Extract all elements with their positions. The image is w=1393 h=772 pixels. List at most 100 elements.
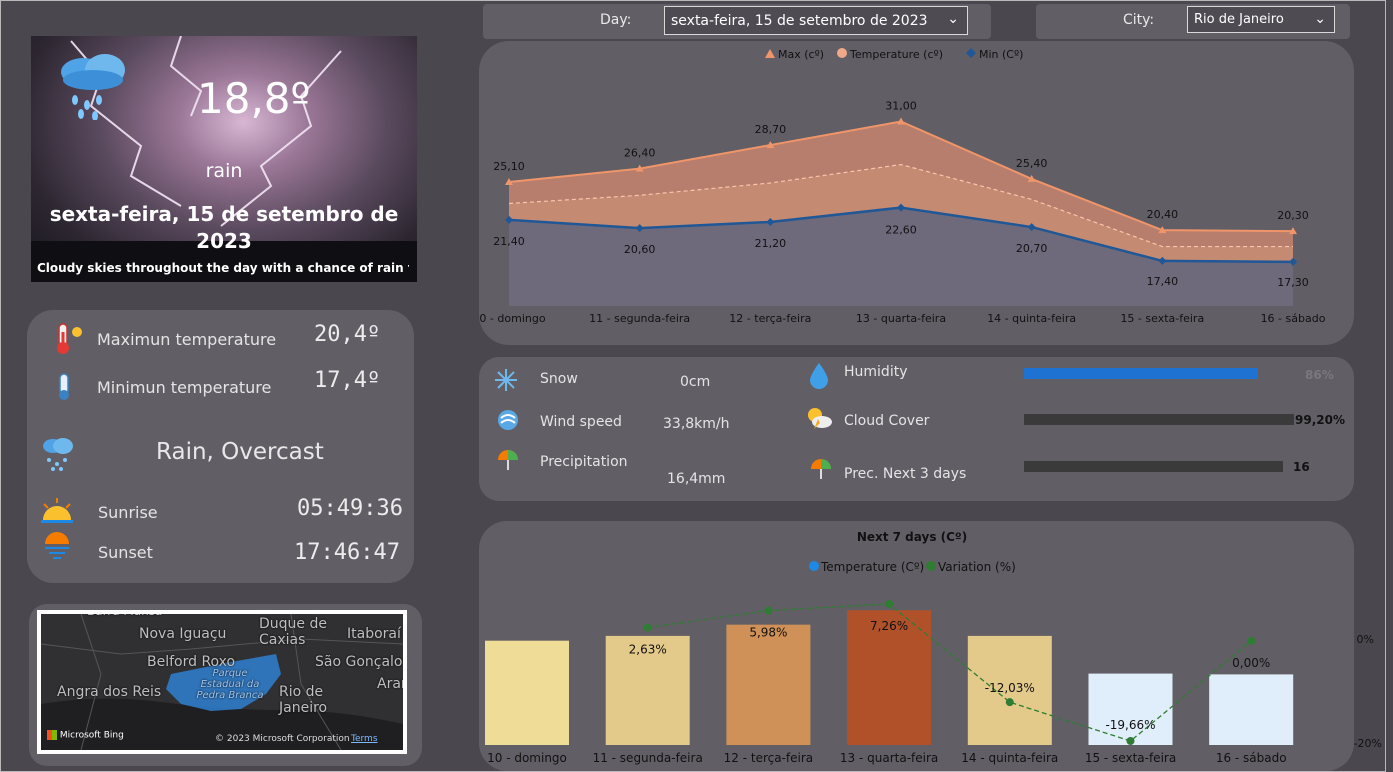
current-temperature: 18,8º xyxy=(197,74,311,123)
min-data-label: 20,60 xyxy=(624,243,656,256)
prec-next-label: Prec. Next 3 days xyxy=(844,466,967,482)
legend-label: Temperature (Cº) xyxy=(820,560,924,574)
sunset-icon xyxy=(41,530,73,566)
x-tick-label: 11 - segunda-feira xyxy=(589,312,690,325)
variation-data-label: 2,63% xyxy=(629,643,667,657)
x-tick-label: 13 - quarta-feira xyxy=(840,751,938,765)
legend-label: Temperature (cº) xyxy=(849,48,943,61)
map-copyright: © 2023 Microsoft Corporation xyxy=(215,734,350,744)
max-temp-label: Maximun temperature xyxy=(97,330,277,349)
sunset-label: Sunset xyxy=(98,543,153,562)
map-city-label: Nova Iguaçu xyxy=(139,626,227,642)
dashboard: 18,8º rain sexta-feira, 15 de setembro d… xyxy=(0,0,1386,772)
x-tick-label: 15 - sexta-feira xyxy=(1120,312,1204,325)
variation-point xyxy=(1247,636,1256,645)
precipitation-label: Precipitation xyxy=(540,454,628,470)
precipitation-value: 16,4mm xyxy=(667,471,726,487)
prec-next-bar xyxy=(1024,461,1283,472)
current-date: sexta-feira, 15 de setembro de 2023 xyxy=(49,202,399,253)
x-tick-label: 14 - quinta-feira xyxy=(987,312,1076,325)
thermometer-cold-icon xyxy=(53,372,77,406)
max-data-label: 31,00 xyxy=(885,100,917,113)
max-data-label: 26,40 xyxy=(624,147,656,160)
temperature-trend-card: Max (cº) Temperature (cº) Min (Cº) 25,10 26,… xyxy=(472,41,1354,345)
variation-data-label: -12,03% xyxy=(985,681,1035,695)
map-terms-link[interactable]: Terms xyxy=(351,734,378,744)
humidity-bar xyxy=(1024,368,1258,379)
map-city-label: Itaboraí xyxy=(347,626,401,642)
legend-marker xyxy=(765,49,775,58)
chart-title: Next 7 days (Cº) xyxy=(857,530,967,544)
chevron-down-icon: ⌄ xyxy=(1314,11,1326,27)
x-tick-label: 10 - domingo xyxy=(487,751,567,765)
legend-label: Min (Cº) xyxy=(979,48,1023,61)
rain-cloud-icon xyxy=(53,50,133,124)
cloud-cover-label: Cloud Cover xyxy=(844,413,930,429)
thermometer-hot-icon xyxy=(51,322,85,360)
sunrise-value: 05:49:36 xyxy=(297,496,403,521)
max-data-label: 25,40 xyxy=(1016,157,1048,170)
y2-tick-label: 0% xyxy=(1357,633,1374,646)
weather-hero-card: 18,8º rain sexta-feira, 15 de setembro d… xyxy=(31,36,417,282)
variation-point xyxy=(643,623,652,632)
umbrella-icon xyxy=(809,457,833,485)
city-filter: City: Rio de Janeiro ⌄ xyxy=(1036,4,1350,39)
legend-marker xyxy=(966,48,976,58)
umbrella-icon xyxy=(496,448,520,476)
chevron-down-icon: ⌄ xyxy=(947,11,959,27)
humidity-value: 86% xyxy=(1305,368,1334,382)
variation-point xyxy=(1005,698,1014,707)
prec-next-value: 16 xyxy=(1293,460,1310,474)
legend-label: Variation (%) xyxy=(938,560,1016,574)
sunrise-icon xyxy=(39,496,75,528)
cloud-cover-value: 99,20% xyxy=(1295,413,1345,427)
day-dropdown[interactable]: sexta-feira, 15 de setembro de 2023 ⌄ xyxy=(664,6,968,35)
variation-data-label: 5,98% xyxy=(749,626,787,640)
chart-legend: Max (cº) Temperature (cº) Min (Cº) xyxy=(765,48,1023,61)
y2-tick-label: -20% xyxy=(1354,737,1382,750)
x-tick-label: 12 - terça-feira xyxy=(729,312,811,325)
current-condition: rain xyxy=(205,160,243,182)
water-drop-icon xyxy=(808,361,830,393)
city-map[interactable]: Barra Mansa Nova Iguaçu Duque de Caxias … xyxy=(37,610,407,754)
day-filter-label: Day: xyxy=(600,12,632,28)
temperature-bar xyxy=(1209,674,1294,745)
map-city-label: Duque de Caxias xyxy=(259,616,327,648)
x-tick-label: 16 - sábado xyxy=(1216,751,1287,765)
bing-logo: Microsoft Bing xyxy=(47,730,124,741)
variation-point xyxy=(1126,737,1135,745)
max-data-label: 20,40 xyxy=(1147,208,1179,221)
variation-data-label: 0,00% xyxy=(1232,656,1270,670)
temperature-bar xyxy=(1088,673,1173,745)
day-dropdown-value: sexta-feira, 15 de setembro de 2023 xyxy=(671,13,928,29)
map-city-label: Angra dos Reis xyxy=(57,684,162,700)
map-city-label: Araruama xyxy=(377,676,407,692)
city-dropdown[interactable]: Rio de Janeiro ⌄ xyxy=(1187,6,1335,33)
x-tick-label: 16 - sábado xyxy=(1261,312,1326,325)
temperature-summary-card: Maximun temperature 20,4º Minimun temper… xyxy=(27,310,414,583)
bing-label: Microsoft Bing xyxy=(59,730,124,741)
temperature-bar xyxy=(485,640,569,745)
weather-details-card: Snow 0cm Wind speed 33,8km/h Precipitati… xyxy=(479,357,1354,501)
cloud-cover-bar xyxy=(1024,414,1294,425)
temperature-trend-chart: Max (cº) Temperature (cº) Min (Cº) 25,10 26,… xyxy=(472,48,1326,325)
map-city-label: São Gonçalo xyxy=(315,654,403,670)
next-7-days-chart: Next 7 days (Cº) Temperature (Cº) Variatio… xyxy=(485,530,1382,765)
wind-value: 33,8km/h xyxy=(663,416,730,432)
min-data-label: 21,40 xyxy=(493,235,525,248)
sunset-value: 17:46:47 xyxy=(294,540,400,565)
snow-value: 0cm xyxy=(680,374,711,390)
x-tick-label: 15 - sexta-feira xyxy=(1085,751,1176,765)
x-tick-label: 11 - segunda-feira xyxy=(593,751,703,765)
variation-data-label: 7,26% xyxy=(870,619,908,633)
x-tick-label: 14 - quinta-feira xyxy=(961,751,1058,765)
map-park-label: Parque Estadual da Pedra Branca xyxy=(196,668,264,701)
variation-data-label: -19,66% xyxy=(1105,718,1155,732)
min-data-label: 20,70 xyxy=(1016,242,1048,255)
x-tick-label: 12 - terça-feira xyxy=(724,751,814,765)
variation-point xyxy=(885,600,894,608)
max-data-label: 28,70 xyxy=(755,123,787,136)
legend-label: Max (cº) xyxy=(778,48,824,61)
min-data-label: 21,20 xyxy=(755,237,787,250)
min-temp-label: Minimun temperature xyxy=(97,378,272,397)
